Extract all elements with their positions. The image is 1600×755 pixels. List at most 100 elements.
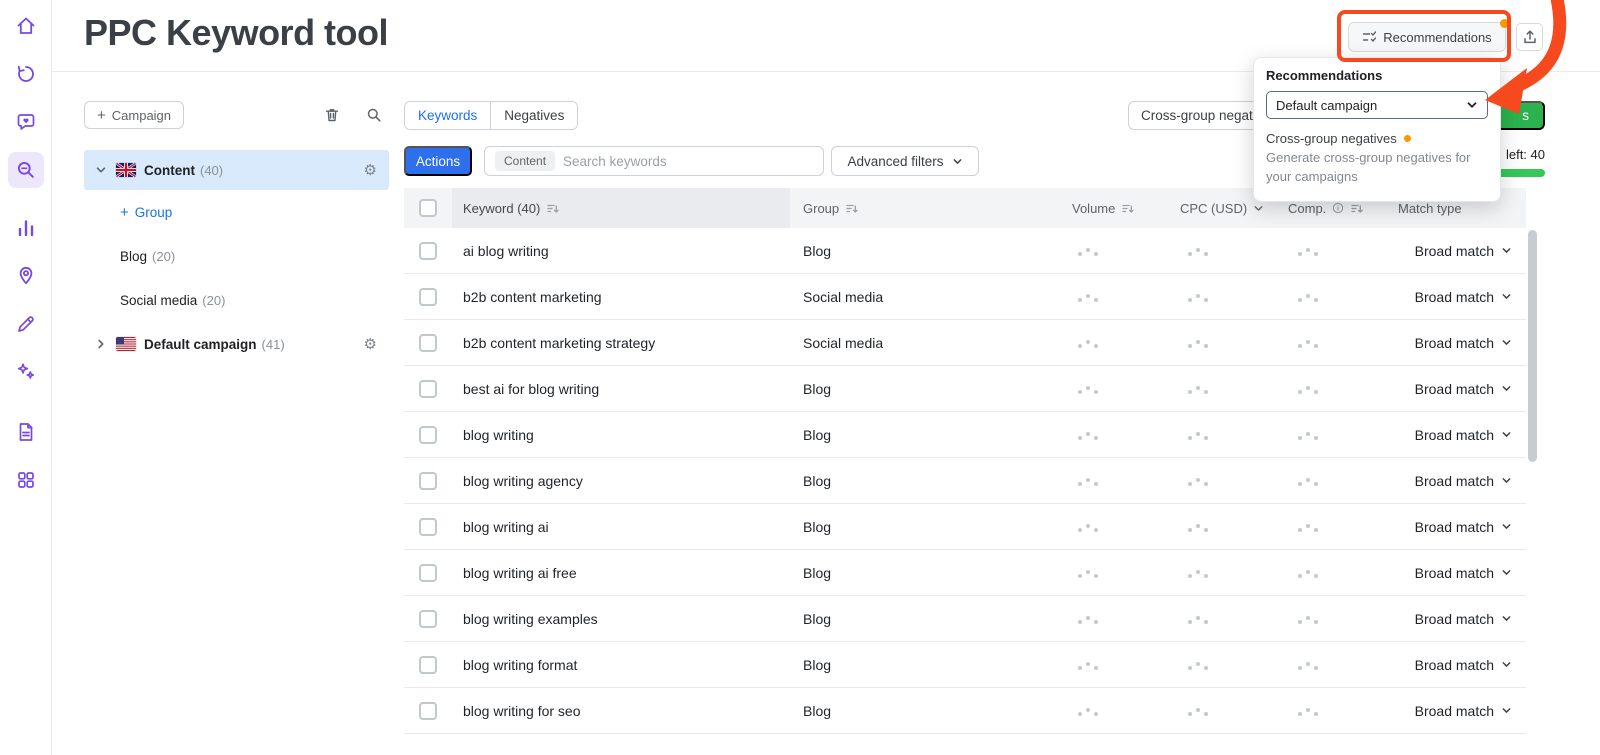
tree-item-default-campaign[interactable]: Default campaign (41) ⚙ bbox=[84, 322, 389, 366]
export-button[interactable] bbox=[1516, 23, 1543, 51]
table-scrollbar[interactable] bbox=[1528, 228, 1537, 755]
row-checkbox[interactable] bbox=[419, 609, 437, 628]
group-cell: Blog bbox=[803, 564, 832, 581]
campaign-select[interactable]: Default campaign bbox=[1266, 91, 1488, 119]
loading-dots-icon bbox=[1188, 614, 1208, 624]
row-checkbox[interactable] bbox=[419, 241, 437, 260]
keyword-cell: ai blog writing bbox=[463, 242, 549, 259]
advanced-filters-button[interactable]: Advanced filters bbox=[831, 146, 979, 176]
search-scope-chip[interactable]: Content bbox=[495, 151, 556, 171]
loading-dots-icon bbox=[1298, 246, 1318, 256]
match-type-dropdown[interactable]: Broad match bbox=[1368, 473, 1526, 489]
home-icon[interactable] bbox=[8, 8, 44, 44]
chevron-down-icon bbox=[1502, 662, 1511, 667]
match-type-dropdown[interactable]: Broad match bbox=[1368, 611, 1526, 627]
chevron-down-icon bbox=[1502, 524, 1511, 529]
column-header-group[interactable]: Group bbox=[790, 188, 1062, 228]
match-type-dropdown[interactable]: Broad match bbox=[1368, 335, 1526, 351]
match-type-dropdown[interactable]: Broad match bbox=[1368, 519, 1526, 535]
add-group-button[interactable]: + Group bbox=[84, 190, 389, 234]
row-checkbox[interactable] bbox=[419, 563, 437, 582]
loading-dots-icon bbox=[1078, 292, 1098, 302]
group-name: Blog bbox=[120, 248, 148, 264]
keyword-research-icon[interactable] bbox=[7, 152, 44, 188]
campaign-name: Default campaign bbox=[144, 336, 257, 352]
table-body: ai blog writing Blog Broad match b2b con… bbox=[404, 228, 1526, 734]
row-checkbox[interactable] bbox=[419, 425, 437, 444]
volume-cell-loading bbox=[1062, 335, 1168, 351]
heart-chat-icon[interactable] bbox=[8, 104, 44, 140]
search-input[interactable] bbox=[563, 153, 813, 169]
cpc-cell-loading bbox=[1168, 473, 1268, 489]
match-type-dropdown[interactable]: Broad match bbox=[1368, 289, 1526, 305]
chevron-down-icon bbox=[1502, 294, 1511, 299]
loading-dots-icon bbox=[1298, 614, 1318, 624]
tree-item-content[interactable]: Content (40) ⚙ bbox=[84, 150, 389, 190]
column-header-keyword[interactable]: Keyword (40) bbox=[452, 188, 790, 228]
tree-item-group[interactable]: Social media (20) bbox=[84, 278, 389, 322]
tree-item-group[interactable]: Blog (20) bbox=[84, 234, 389, 278]
comp-cell-loading bbox=[1268, 519, 1368, 535]
table-row: blog writing agency Blog Broad match bbox=[404, 458, 1526, 504]
gear-icon[interactable]: ⚙ bbox=[364, 161, 377, 179]
comp-cell-loading bbox=[1268, 381, 1368, 397]
keywords-table: Keyword (40) Group Volume CPC (USD) Comp… bbox=[404, 188, 1526, 734]
loading-dots-icon bbox=[1078, 338, 1098, 348]
delete-campaign-button[interactable] bbox=[320, 103, 344, 127]
recommendations-button[interactable]: Recommendations bbox=[1348, 19, 1509, 52]
keyword-search-box[interactable]: Content bbox=[484, 146, 824, 176]
chevron-down-icon bbox=[1502, 478, 1511, 483]
row-checkbox[interactable] bbox=[419, 517, 437, 536]
gear-icon[interactable]: ⚙ bbox=[364, 335, 377, 353]
cpc-cell-loading bbox=[1168, 335, 1268, 351]
row-checkbox[interactable] bbox=[419, 701, 437, 720]
row-checkbox[interactable] bbox=[419, 333, 437, 352]
match-type-dropdown[interactable]: Broad match bbox=[1368, 657, 1526, 673]
cross-group-negatives-description: Generate cross-group negatives for your … bbox=[1266, 150, 1471, 184]
match-type-dropdown[interactable]: Broad match bbox=[1368, 565, 1526, 581]
match-type-dropdown[interactable]: Broad match bbox=[1368, 703, 1526, 719]
loading-dots-icon bbox=[1188, 568, 1208, 578]
us-flag-icon bbox=[116, 337, 136, 351]
match-type-dropdown[interactable]: Broad match bbox=[1368, 243, 1526, 259]
location-icon[interactable] bbox=[8, 258, 44, 294]
cpc-cell-loading bbox=[1168, 427, 1268, 443]
add-campaign-button[interactable]: + Campaign bbox=[84, 101, 185, 129]
cpc-cell-loading bbox=[1168, 381, 1268, 397]
ai-sparkles-icon[interactable] bbox=[8, 354, 44, 390]
apps-icon[interactable] bbox=[8, 462, 44, 498]
row-checkbox[interactable] bbox=[419, 379, 437, 398]
select-all-checkbox[interactable] bbox=[419, 199, 437, 217]
sync-icon[interactable] bbox=[8, 56, 44, 92]
analytics-icon[interactable] bbox=[8, 210, 44, 246]
popover-title: Recommendations bbox=[1266, 68, 1383, 83]
reports-icon[interactable] bbox=[8, 414, 44, 450]
chevron-right-icon[interactable] bbox=[94, 338, 108, 350]
loading-dots-icon bbox=[1298, 338, 1318, 348]
campaign-count: (40) bbox=[200, 162, 224, 178]
loading-dots-icon bbox=[1078, 476, 1098, 486]
match-type-dropdown[interactable]: Broad match bbox=[1368, 427, 1526, 443]
search-campaigns-button[interactable] bbox=[362, 103, 386, 127]
row-checkbox[interactable] bbox=[419, 287, 437, 306]
loading-dots-icon bbox=[1298, 522, 1318, 532]
table-row: blog writing ai Blog Broad match bbox=[404, 504, 1526, 550]
volume-cell-loading bbox=[1062, 381, 1168, 397]
cross-group-negatives-item[interactable]: Cross-group negatives bbox=[1266, 131, 1488, 146]
tab-negatives[interactable]: Negatives bbox=[490, 102, 578, 129]
loading-dots-icon bbox=[1188, 292, 1208, 302]
loading-dots-icon bbox=[1188, 476, 1208, 486]
row-checkbox[interactable] bbox=[419, 655, 437, 674]
actions-button[interactable]: Actions bbox=[404, 146, 472, 176]
keyword-cell: blog writing agency bbox=[463, 472, 583, 489]
edit-icon[interactable] bbox=[8, 306, 44, 342]
column-header-volume[interactable]: Volume bbox=[1062, 188, 1168, 228]
match-type-dropdown[interactable]: Broad match bbox=[1368, 381, 1526, 397]
group-cell: Blog bbox=[803, 702, 832, 719]
comp-cell-loading bbox=[1268, 565, 1368, 581]
chevron-down-icon[interactable] bbox=[94, 164, 108, 176]
cpc-cell-loading bbox=[1168, 703, 1268, 719]
scrollbar-thumb[interactable] bbox=[1528, 230, 1537, 462]
row-checkbox[interactable] bbox=[419, 471, 437, 490]
tab-keywords[interactable]: Keywords bbox=[405, 102, 491, 129]
